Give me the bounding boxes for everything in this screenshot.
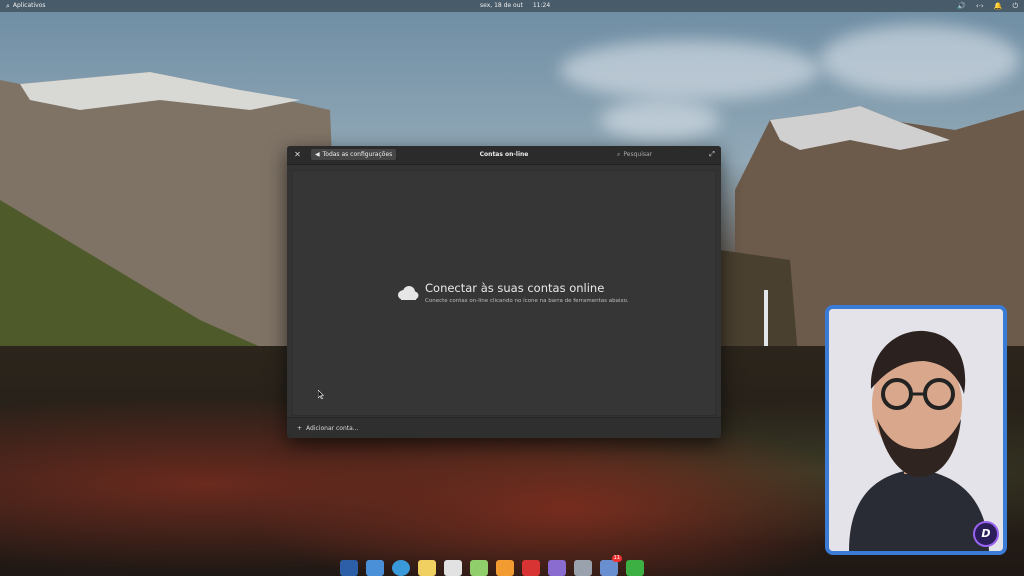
photos-icon[interactable] <box>548 560 566 576</box>
settings-window: Contas on-line ✕ ◀ Todas as configuraçõe… <box>287 146 721 438</box>
accounts-list: Conectar às suas contas online Conecte c… <box>292 170 716 416</box>
plus-icon: + <box>297 424 303 432</box>
placeholder-description: Conecte contas on-line clicando no ícone… <box>425 298 629 304</box>
add-account-label: Adicionar conta... <box>306 424 359 432</box>
search-placeholder: Pesquisar <box>623 151 653 158</box>
titlebar: Contas on-line ✕ ◀ Todas as configuraçõe… <box>287 146 721 165</box>
appcenter-icon[interactable]: 11 <box>600 555 622 576</box>
channel-logo: D <box>973 521 999 547</box>
presenter-video <box>829 309 1003 551</box>
search-icon: ⌕ <box>617 151 621 158</box>
applications-menu[interactable]: ⌕ Aplicativos <box>6 0 46 12</box>
network-icon[interactable]: ‹·› <box>976 0 984 12</box>
arrow-left-icon: ◀ <box>315 151 320 158</box>
webcam-overlay: D <box>825 305 1007 555</box>
time-label: 11:24 <box>532 2 551 9</box>
maximize-button[interactable]: ⤢ <box>707 149 717 159</box>
videos-icon[interactable] <box>522 560 540 576</box>
settings-icon[interactable] <box>574 560 592 576</box>
maximize-icon: ⤢ <box>709 150 715 158</box>
empty-placeholder: Conectar às suas contas online Conecte c… <box>397 281 629 304</box>
applications-label: Aplicativos <box>12 2 46 9</box>
add-account-button[interactable]: + Adicionar conta... <box>297 422 359 434</box>
date-label: sex, 18 de out <box>480 2 523 9</box>
cloud-icon <box>397 285 419 301</box>
checklist-icon[interactable] <box>626 560 644 576</box>
power-icon[interactable]: ⏻ <box>1012 0 1018 12</box>
placeholder-title: Conectar às suas contas online <box>425 281 605 295</box>
update-count-badge: 11 <box>611 555 622 562</box>
files-icon[interactable] <box>366 560 384 576</box>
multitasking-icon[interactable] <box>340 560 358 576</box>
tasks-icon[interactable] <box>444 560 462 576</box>
notifications-icon[interactable]: 🔔 <box>994 0 1003 12</box>
back-button-label: Todas as configurações <box>322 151 393 158</box>
search-field[interactable]: ⌕ Pesquisar <box>617 149 687 160</box>
datetime-indicator[interactable]: sex, 18 de out 11:24 <box>480 0 550 12</box>
top-panel: ⌕ Aplicativos sex, 18 de out 11:24 🔊 ‹·›… <box>0 0 1024 12</box>
close-button[interactable]: ✕ <box>292 149 303 160</box>
browser-icon[interactable] <box>392 560 410 576</box>
music-icon[interactable] <box>496 560 514 576</box>
mouse-pointer-icon <box>318 390 324 399</box>
mail-icon[interactable] <box>418 560 436 576</box>
back-button[interactable]: ◀ Todas as configurações <box>311 149 397 160</box>
volume-icon[interactable]: 🔊 <box>957 0 966 12</box>
close-icon: ✕ <box>294 150 301 159</box>
dock: 11 <box>340 555 644 576</box>
search-icon: ⌕ <box>6 2 10 10</box>
spreadsheet-icon[interactable] <box>470 560 488 576</box>
action-bar: + Adicionar conta... <box>287 417 721 438</box>
